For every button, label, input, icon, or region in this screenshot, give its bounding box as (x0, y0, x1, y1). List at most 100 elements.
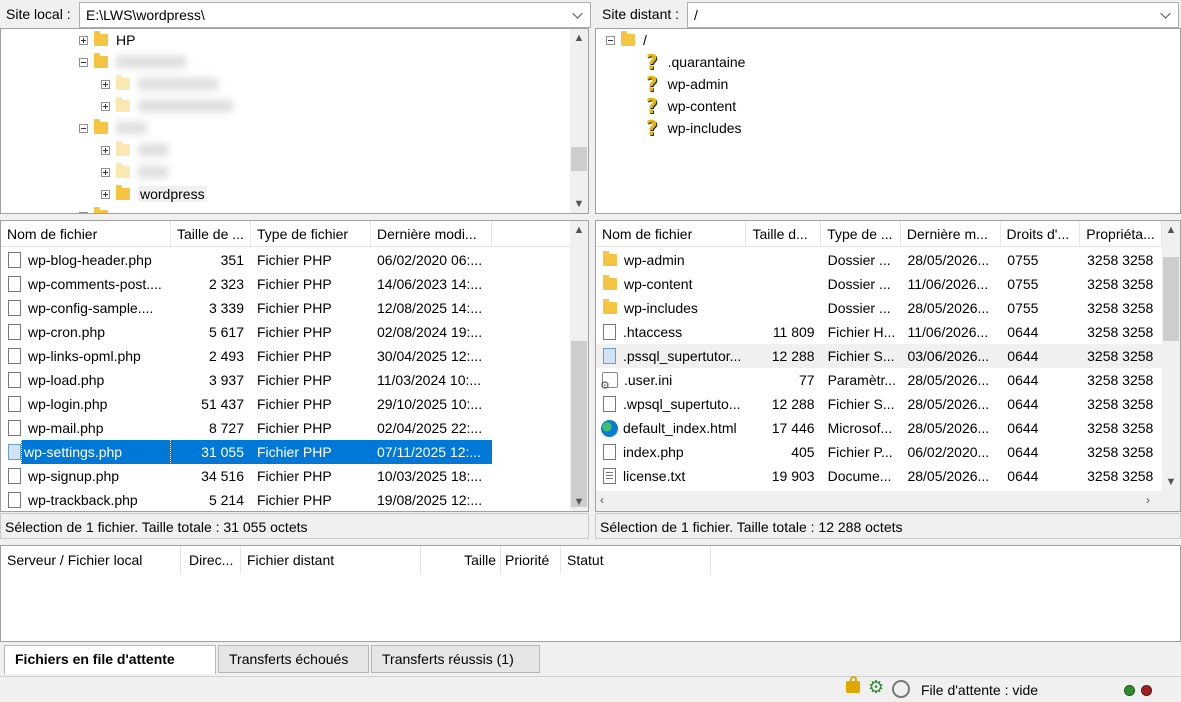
scroll-down-icon[interactable]: ▼ (570, 493, 588, 511)
table-row[interactable]: wp-mail.php 8 727 Fichier PHP 02/04/2025 22… (1, 416, 492, 440)
col-header-size[interactable]: Taille d... (746, 221, 822, 247)
table-row[interactable]: wp-signup.php 34 516 Fichier PHP 10/03/2025… (1, 464, 492, 488)
cell-type: Fichier PHP (251, 440, 371, 464)
table-row[interactable]: index.php 405 Fichier P... 06/02/2020... 064… (596, 440, 1163, 464)
blurred-label (138, 166, 168, 178)
col-header-remote-file[interactable]: Fichier distant (241, 546, 421, 574)
local-list-scrollbar[interactable]: ▲ ▼ (570, 221, 588, 511)
table-row[interactable]: wp-cron.php 5 617 Fichier PHP 02/08/2024 19… (1, 320, 492, 344)
cell-date: 28/05/2026... (907, 252, 990, 268)
local-site-path-combo[interactable]: E:\LWS\wordpress\ (79, 2, 591, 28)
tab-successful-transfers[interactable]: Transferts réussis (1) (371, 645, 540, 673)
col-header-status[interactable]: Statut (561, 546, 711, 574)
col-header-type[interactable]: Type de ... (821, 221, 901, 247)
table-row[interactable]: wp-login.php 51 437 Fichier PHP 29/10/2025 … (1, 392, 492, 416)
expand-icon[interactable] (101, 101, 110, 111)
col-header-type[interactable]: Type de fichier (251, 221, 371, 247)
expand-icon[interactable] (79, 211, 88, 213)
col-header-name[interactable]: Nom de fichier (1, 221, 171, 247)
collapse-icon[interactable] (79, 57, 88, 67)
chevron-down-icon[interactable] (572, 8, 583, 19)
table-row[interactable]: wp-content Dossier ... 11/06/2026... 0755 32… (596, 272, 1163, 296)
folder-icon (621, 31, 635, 46)
speed-limit-icon[interactable] (892, 680, 910, 698)
scroll-thumb[interactable] (571, 341, 587, 507)
table-row[interactable]: .pssql_supertutor... 12 288 Fichier S... 03… (596, 344, 1163, 368)
expand-icon[interactable] (101, 189, 110, 199)
col-header-size[interactable]: Taille de ... (171, 221, 251, 247)
table-row[interactable]: .wpsql_supertuto... 12 288 Fichier S... 28/… (596, 392, 1163, 416)
col-header-local-file[interactable]: Serveur / Fichier local (1, 546, 181, 574)
unknown-folder-icon: ? (646, 116, 658, 140)
col-header-date[interactable]: Dernière m... (901, 221, 1001, 247)
tree-item[interactable]: HP (79, 29, 135, 51)
cell-type: Fichier PHP (257, 348, 332, 364)
col-header-direction[interactable]: Direc... (181, 546, 241, 574)
tab-failed-transfers[interactable]: Transferts échoués (218, 645, 369, 673)
expand-icon[interactable] (79, 35, 88, 45)
tree-item-root[interactable]: / (606, 29, 647, 51)
remote-tree-pane[interactable]: / ? .quarantaine ? wp-admin ? wp-content… (595, 28, 1181, 214)
table-row[interactable]: license.txt 19 903 Docume... 28/05/2026... 0… (596, 464, 1163, 488)
tree-item[interactable] (101, 73, 218, 95)
expand-icon[interactable] (101, 145, 110, 155)
remote-file-list[interactable]: Nom de fichier Taille d... Type de ... D… (595, 220, 1181, 512)
table-row[interactable]: default_index.html 17 446 Microsof... 28/05… (596, 416, 1163, 440)
tree-item[interactable]: ? wp-admin (646, 72, 728, 96)
table-row[interactable]: wp-config-sample.... 3 339 Fichier PHP 12/0… (1, 296, 492, 320)
scroll-down-icon[interactable]: ▼ (570, 195, 588, 213)
tree-item[interactable] (101, 161, 168, 183)
tree-item[interactable] (79, 51, 186, 73)
remote-site-path-combo[interactable]: / (687, 2, 1179, 28)
col-header-name[interactable]: Nom de fichier (596, 221, 747, 247)
scroll-right-icon[interactable]: › (1146, 493, 1150, 507)
remote-list-hscrollbar[interactable]: ‹ › (596, 491, 1180, 511)
table-row[interactable]: wp-blog-header.php 351 Fichier PHP 06/02/20… (1, 248, 492, 272)
gear-icon[interactable]: ⚙ (868, 677, 884, 698)
tree-item[interactable]: ? wp-includes (646, 116, 742, 140)
tree-item[interactable] (101, 95, 233, 117)
table-row[interactable]: .htaccess 11 809 Fichier H... 11/06/2026...… (596, 320, 1163, 344)
local-tree-pane[interactable]: HP wordpress ▲ ▼ (0, 28, 589, 214)
tab-queued-files[interactable]: Fichiers en file d'attente (4, 645, 216, 674)
col-header-permissions[interactable]: Droits d'... (1001, 221, 1081, 247)
table-row[interactable]: wp-load.php 3 937 Fichier PHP 11/03/2024 10… (1, 368, 492, 392)
scroll-down-icon[interactable]: ▼ (1162, 473, 1180, 491)
chevron-down-icon[interactable] (1160, 8, 1171, 19)
transfer-queue[interactable]: Serveur / Fichier local Direc... Fichier… (0, 545, 1181, 642)
col-header-owner[interactable]: Propriéta... (1080, 221, 1162, 247)
tree-item[interactable]: ? .quarantaine (646, 50, 745, 74)
local-tree-scrollbar[interactable]: ▲ ▼ (570, 29, 588, 213)
blurred-label (138, 100, 233, 112)
tree-item[interactable] (79, 117, 146, 139)
col-header-priority[interactable]: Priorité (501, 546, 561, 574)
table-row[interactable]: wp-comments-post.... 2 323 Fichier PHP 14/0… (1, 272, 492, 296)
col-header-date[interactable]: Dernière modi... (371, 221, 492, 247)
scroll-up-icon[interactable]: ▲ (570, 29, 588, 47)
table-row[interactable]: wp-admin Dossier ... 28/05/2026... 0755 3258… (596, 248, 1163, 272)
collapse-icon[interactable] (79, 123, 88, 133)
scroll-thumb[interactable] (1163, 257, 1179, 341)
remote-list-scrollbar[interactable]: ▲ ▼ (1162, 221, 1180, 491)
tree-item[interactable] (79, 205, 116, 213)
table-row[interactable]: wp-settings.php 31 055 Fichier PHP 07/11/20… (1, 440, 492, 464)
col-header-size[interactable]: Taille (421, 546, 501, 574)
tree-item-wordpress[interactable]: wordpress (101, 183, 207, 205)
scroll-thumb[interactable] (571, 147, 587, 171)
scroll-up-icon[interactable]: ▲ (1162, 221, 1180, 239)
table-row[interactable]: wp-includes Dossier ... 28/05/2026... 0755 3… (596, 296, 1163, 320)
collapse-icon[interactable] (606, 35, 615, 45)
tree-item[interactable]: ? wp-content (646, 94, 736, 118)
cell-perm: 0644 (1007, 444, 1039, 460)
local-file-list[interactable]: Nom de fichier Taille de ... Type de fic… (0, 220, 589, 512)
expand-icon[interactable] (101, 79, 110, 89)
tree-item[interactable] (101, 139, 168, 161)
scroll-left-icon[interactable]: ‹ (600, 493, 604, 507)
table-row[interactable]: wp-trackback.php 5 214 Fichier PHP 19/08/20… (1, 488, 492, 511)
expand-icon[interactable] (101, 167, 110, 177)
file-icon (8, 420, 21, 436)
table-row[interactable]: wp-links-opml.php 2 493 Fichier PHP 30/04/2… (1, 344, 492, 368)
scroll-up-icon[interactable]: ▲ (570, 221, 588, 239)
folder-icon (116, 185, 130, 200)
table-row[interactable]: .user.ini 77 Paramètr... 28/05/2026... 0644 3… (596, 368, 1163, 392)
